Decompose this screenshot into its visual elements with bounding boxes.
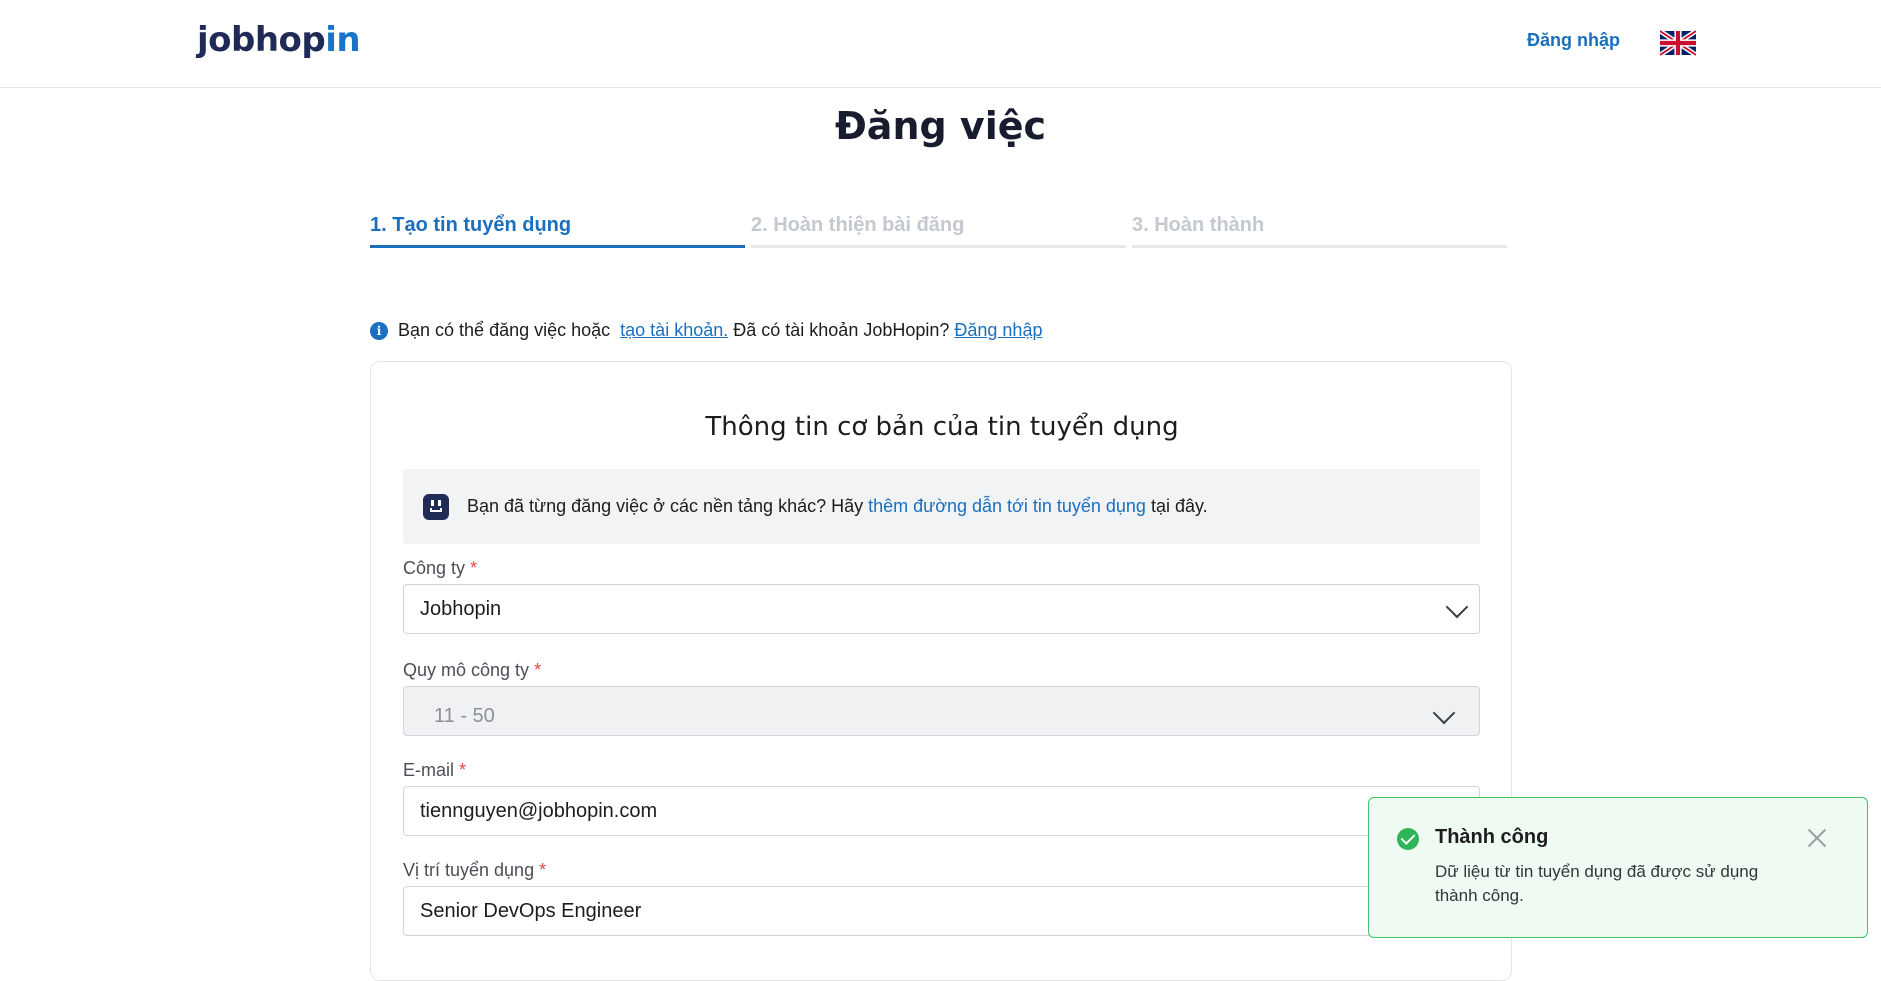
- info-text-before: Bạn có thể đăng việc hoặc: [398, 320, 611, 340]
- account-info-line: i Bạn có thể đăng việc hoặc tạo tài khoả…: [370, 320, 1042, 341]
- info-login-link[interactable]: Đăng nhập: [954, 320, 1042, 341]
- email-label-text: E-mail: [403, 760, 455, 780]
- chevron-down-icon: [1432, 701, 1456, 725]
- info-icon: i: [370, 321, 388, 340]
- company-select[interactable]: Jobhopin: [403, 584, 1480, 634]
- notice-text-before: Bạn đã từng đăng việc ở các nền tảng khá…: [467, 496, 864, 516]
- toast-title: Thành công: [1435, 826, 1549, 848]
- email-label: E-mail *: [403, 760, 466, 781]
- close-icon[interactable]: [1805, 826, 1829, 850]
- card-title: Thông tin cơ bản của tin tuyển dụng: [705, 412, 1179, 442]
- page-title: Đăng việc: [834, 104, 1047, 148]
- position-label: Vị trí tuyển dụng *: [403, 860, 546, 881]
- toast-message: Dữ liệu từ tin tuyển dụng đã được sử dụn…: [1435, 862, 1759, 905]
- top-header: jobhopin Đăng nhập: [0, 0, 1881, 88]
- step-label: 3. Hoàn thành: [1132, 214, 1265, 236]
- company-size-value: 11 - 50: [434, 704, 495, 727]
- logo-suffix: in: [325, 20, 361, 60]
- step-complete-post[interactable]: 2. Hoàn thiện bài đăng: [751, 212, 1126, 248]
- company-label: Công ty *: [403, 558, 477, 579]
- step-create-post[interactable]: 1. Tạo tin tuyển dụng: [370, 212, 745, 248]
- job-basic-info-card: Thông tin cơ bản của tin tuyển dụng Bạn …: [370, 361, 1512, 981]
- company-label-text: Công ty: [403, 558, 466, 578]
- step-finish[interactable]: 3. Hoàn thành: [1132, 212, 1507, 248]
- email-field[interactable]: tiennguyen@jobhopin.com: [403, 786, 1480, 836]
- required-mark: *: [534, 660, 542, 680]
- company-size-label: Quy mô công ty *: [403, 660, 541, 681]
- check-circle-icon: [1397, 828, 1419, 850]
- info-text-middle: Đã có tài khoản JobHopin?: [733, 320, 950, 340]
- add-job-link[interactable]: thêm đường dẫn tới tin tuyển dụng: [868, 496, 1146, 517]
- company-value: Jobhopin: [420, 597, 502, 620]
- position-value: Senior DevOps Engineer: [420, 899, 642, 922]
- robot-icon: [423, 493, 449, 520]
- position-label-text: Vị trí tuyển dụng: [403, 860, 535, 880]
- success-toast: Thành công Dữ liệu từ tin tuyển dụng đã …: [1368, 797, 1868, 938]
- chevron-down-icon: [1445, 595, 1469, 619]
- required-mark: *: [459, 760, 467, 780]
- jobhopin-logo[interactable]: jobhopin: [197, 18, 361, 62]
- position-field[interactable]: Senior DevOps Engineer: [403, 886, 1480, 936]
- email-value: tiennguyen@jobhopin.com: [420, 799, 658, 822]
- notice-text-after: tại đây.: [1150, 496, 1208, 516]
- create-account-link[interactable]: tạo tài khoản.: [620, 320, 728, 341]
- company-size-label-text: Quy mô công ty: [403, 660, 530, 680]
- required-mark: *: [470, 558, 478, 578]
- logo-prefix: jobhop: [197, 20, 326, 60]
- import-job-notice: Bạn đã từng đăng việc ở các nền tảng khá…: [403, 469, 1480, 544]
- step-label: 1. Tạo tin tuyển dụng: [370, 214, 572, 236]
- header-login-link[interactable]: Đăng nhập: [1527, 30, 1620, 51]
- step-label: 2. Hoàn thiện bài đăng: [751, 214, 965, 236]
- required-mark: *: [539, 860, 547, 880]
- company-size-select[interactable]: 11 - 50: [403, 686, 1480, 736]
- uk-flag-icon[interactable]: [1660, 30, 1696, 56]
